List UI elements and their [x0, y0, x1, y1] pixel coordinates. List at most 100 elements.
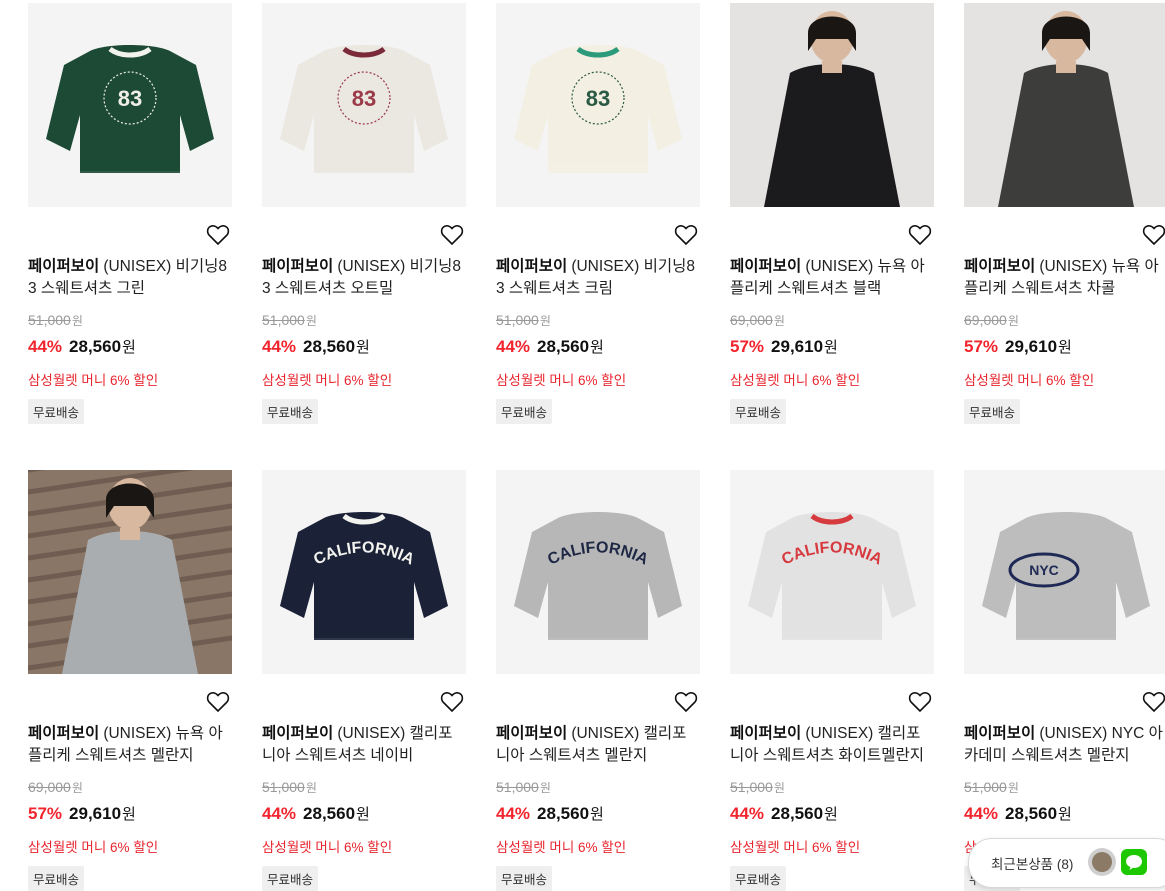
sale-price: 57% 29,610원 — [730, 337, 838, 356]
shipping-badge: 무료배송 — [262, 399, 319, 424]
heart-icon[interactable] — [440, 224, 464, 246]
sale-price: 57% 29,610원 — [964, 337, 1072, 356]
promo-text: 삼성월렛 머니 6% 할인 — [496, 840, 627, 855]
price-value: 28,560 — [537, 804, 590, 823]
product-title[interactable]: 페이퍼보이 (UNISEX) 비기닝83 스웨트셔츠 그린 — [28, 256, 232, 300]
discount-rate: 44% — [964, 804, 999, 823]
svg-text:83: 83 — [118, 86, 142, 111]
product-title[interactable]: 페이퍼보이 (UNISEX) 캘리포니아 스웨트셔츠 멜란지 — [496, 723, 700, 767]
discount-rate: 44% — [496, 804, 531, 823]
heart-icon[interactable] — [206, 691, 230, 713]
chat-icon[interactable] — [1121, 849, 1147, 875]
discount-rate: 57% — [964, 337, 999, 356]
product-brand: 페이퍼보이 — [262, 258, 334, 275]
heart-icon[interactable] — [1142, 691, 1165, 713]
price-value: 28,560 — [771, 804, 824, 823]
original-price: 51,000원 — [964, 779, 1019, 795]
sale-price: 44% 28,560원 — [964, 804, 1072, 823]
product-brand: 페이퍼보이 — [262, 725, 334, 742]
promo-text: 삼성월렛 머니 6% 할인 — [28, 373, 159, 388]
product-image[interactable]: 83 — [28, 3, 232, 207]
product-brand: 페이퍼보이 — [730, 725, 802, 742]
product-image[interactable] — [28, 470, 232, 674]
promo-text: 삼성월렛 머니 6% 할인 — [28, 840, 159, 855]
price-value: 28,560 — [69, 337, 122, 356]
original-price: 51,000원 — [262, 779, 317, 795]
discount-rate: 57% — [730, 337, 765, 356]
product-brand: 페이퍼보이 — [964, 725, 1036, 742]
discount-rate: 44% — [730, 804, 765, 823]
shipping-badge: 무료배송 — [730, 866, 787, 891]
shipping-badge: 무료배송 — [28, 399, 85, 424]
price-value: 29,610 — [69, 804, 122, 823]
product-brand: 페이퍼보이 — [496, 258, 568, 275]
svg-text:83: 83 — [586, 86, 610, 111]
original-price: 51,000원 — [496, 312, 551, 328]
recent-viewed-label: 최근본상품 (8) — [991, 857, 1074, 872]
promo-text: 삼성월렛 머니 6% 할인 — [730, 840, 861, 855]
product-brand: 페이퍼보이 — [28, 258, 100, 275]
discount-rate: 44% — [262, 804, 297, 823]
promo-text: 삼성월렛 머니 6% 할인 — [730, 373, 861, 388]
product-image[interactable]: NYC — [964, 470, 1165, 674]
product-image[interactable]: 83 — [262, 3, 466, 207]
product-image[interactable]: CALIFORNIA — [730, 470, 934, 674]
heart-icon[interactable] — [1142, 224, 1165, 246]
original-price: 51,000원 — [730, 779, 785, 795]
promo-text: 삼성월렛 머니 6% 할인 — [496, 373, 627, 388]
promo-text: 삼성월렛 머니 6% 할인 — [262, 840, 393, 855]
heart-icon[interactable] — [908, 224, 932, 246]
sale-price: 44% 28,560원 — [28, 337, 136, 356]
product-title[interactable]: 페이퍼보이 (UNISEX) 뉴욕 아플리케 스웨트셔츠 멜란지 — [28, 723, 232, 767]
shipping-badge: 무료배송 — [730, 399, 787, 424]
svg-text:NYC: NYC — [1029, 562, 1059, 578]
product-brand: 페이퍼보이 — [730, 258, 802, 275]
heart-icon[interactable] — [674, 224, 698, 246]
product-title[interactable]: 페이퍼보이 (UNISEX) NYC 아카데미 스웨트셔츠 멜란지 — [964, 723, 1165, 767]
product-brand: 페이퍼보이 — [496, 725, 568, 742]
original-price: 69,000원 — [964, 312, 1019, 328]
product-title[interactable]: 페이퍼보이 (UNISEX) 비기닝83 스웨트셔츠 오트밀 — [262, 256, 466, 300]
discount-rate: 44% — [262, 337, 297, 356]
promo-text: 삼성월렛 머니 6% 할인 — [262, 373, 393, 388]
sale-price: 44% 28,560원 — [496, 337, 604, 356]
product-title[interactable]: 페이퍼보이 (UNISEX) 뉴욕 아플리케 스웨트셔츠 블랙 — [730, 256, 934, 300]
discount-rate: 57% — [28, 804, 63, 823]
original-price: 69,000원 — [28, 779, 83, 795]
original-price: 51,000원 — [262, 312, 317, 328]
product-image[interactable]: CALIFORNIA — [496, 470, 700, 674]
sale-price: 44% 28,560원 — [496, 804, 604, 823]
product-image[interactable]: CALIFORNIA — [262, 470, 466, 674]
original-price: 51,000원 — [28, 312, 83, 328]
original-price: 51,000원 — [496, 779, 551, 795]
discount-rate: 44% — [496, 337, 531, 356]
price-value: 28,560 — [303, 337, 356, 356]
price-value: 29,610 — [1005, 337, 1058, 356]
product-title[interactable]: 페이퍼보이 (UNISEX) 캘리포니아 스웨트셔츠 화이트멜란지 — [730, 723, 934, 767]
price-value: 28,560 — [537, 337, 590, 356]
product-image[interactable] — [730, 3, 934, 207]
recent-viewed-button[interactable]: 최근본상품 (8) — [968, 838, 1165, 888]
shipping-badge: 무료배송 — [964, 399, 1021, 424]
heart-icon[interactable] — [674, 691, 698, 713]
promo-text: 삼성월렛 머니 6% 할인 — [964, 373, 1095, 388]
svg-text:83: 83 — [352, 86, 376, 111]
price-value: 28,560 — [303, 804, 356, 823]
product-brand: 페이퍼보이 — [28, 725, 100, 742]
product-title[interactable]: 페이퍼보이 (UNISEX) 캘리포니아 스웨트셔츠 네이비 — [262, 723, 466, 767]
product-image[interactable]: 83 — [496, 3, 700, 207]
heart-icon[interactable] — [908, 691, 932, 713]
product-title[interactable]: 페이퍼보이 (UNISEX) 비기닝83 스웨트셔츠 크림 — [496, 256, 700, 300]
product-image[interactable] — [964, 3, 1165, 207]
heart-icon[interactable] — [440, 691, 464, 713]
product-title[interactable]: 페이퍼보이 (UNISEX) 뉴욕 아플리케 스웨트셔츠 차콜 — [964, 256, 1165, 300]
discount-rate: 44% — [28, 337, 63, 356]
product-brand: 페이퍼보이 — [964, 258, 1036, 275]
product-grid: 83 페이퍼보이 (UNISEX) 비기닝83 스웨트셔츠 그린 51,000원 … — [0, 0, 1165, 891]
heart-icon[interactable] — [206, 224, 230, 246]
shipping-badge: 무료배송 — [262, 866, 319, 891]
price-value: 29,610 — [771, 337, 824, 356]
price-value: 28,560 — [1005, 804, 1058, 823]
shipping-badge: 무료배송 — [496, 399, 553, 424]
original-price: 69,000원 — [730, 312, 785, 328]
